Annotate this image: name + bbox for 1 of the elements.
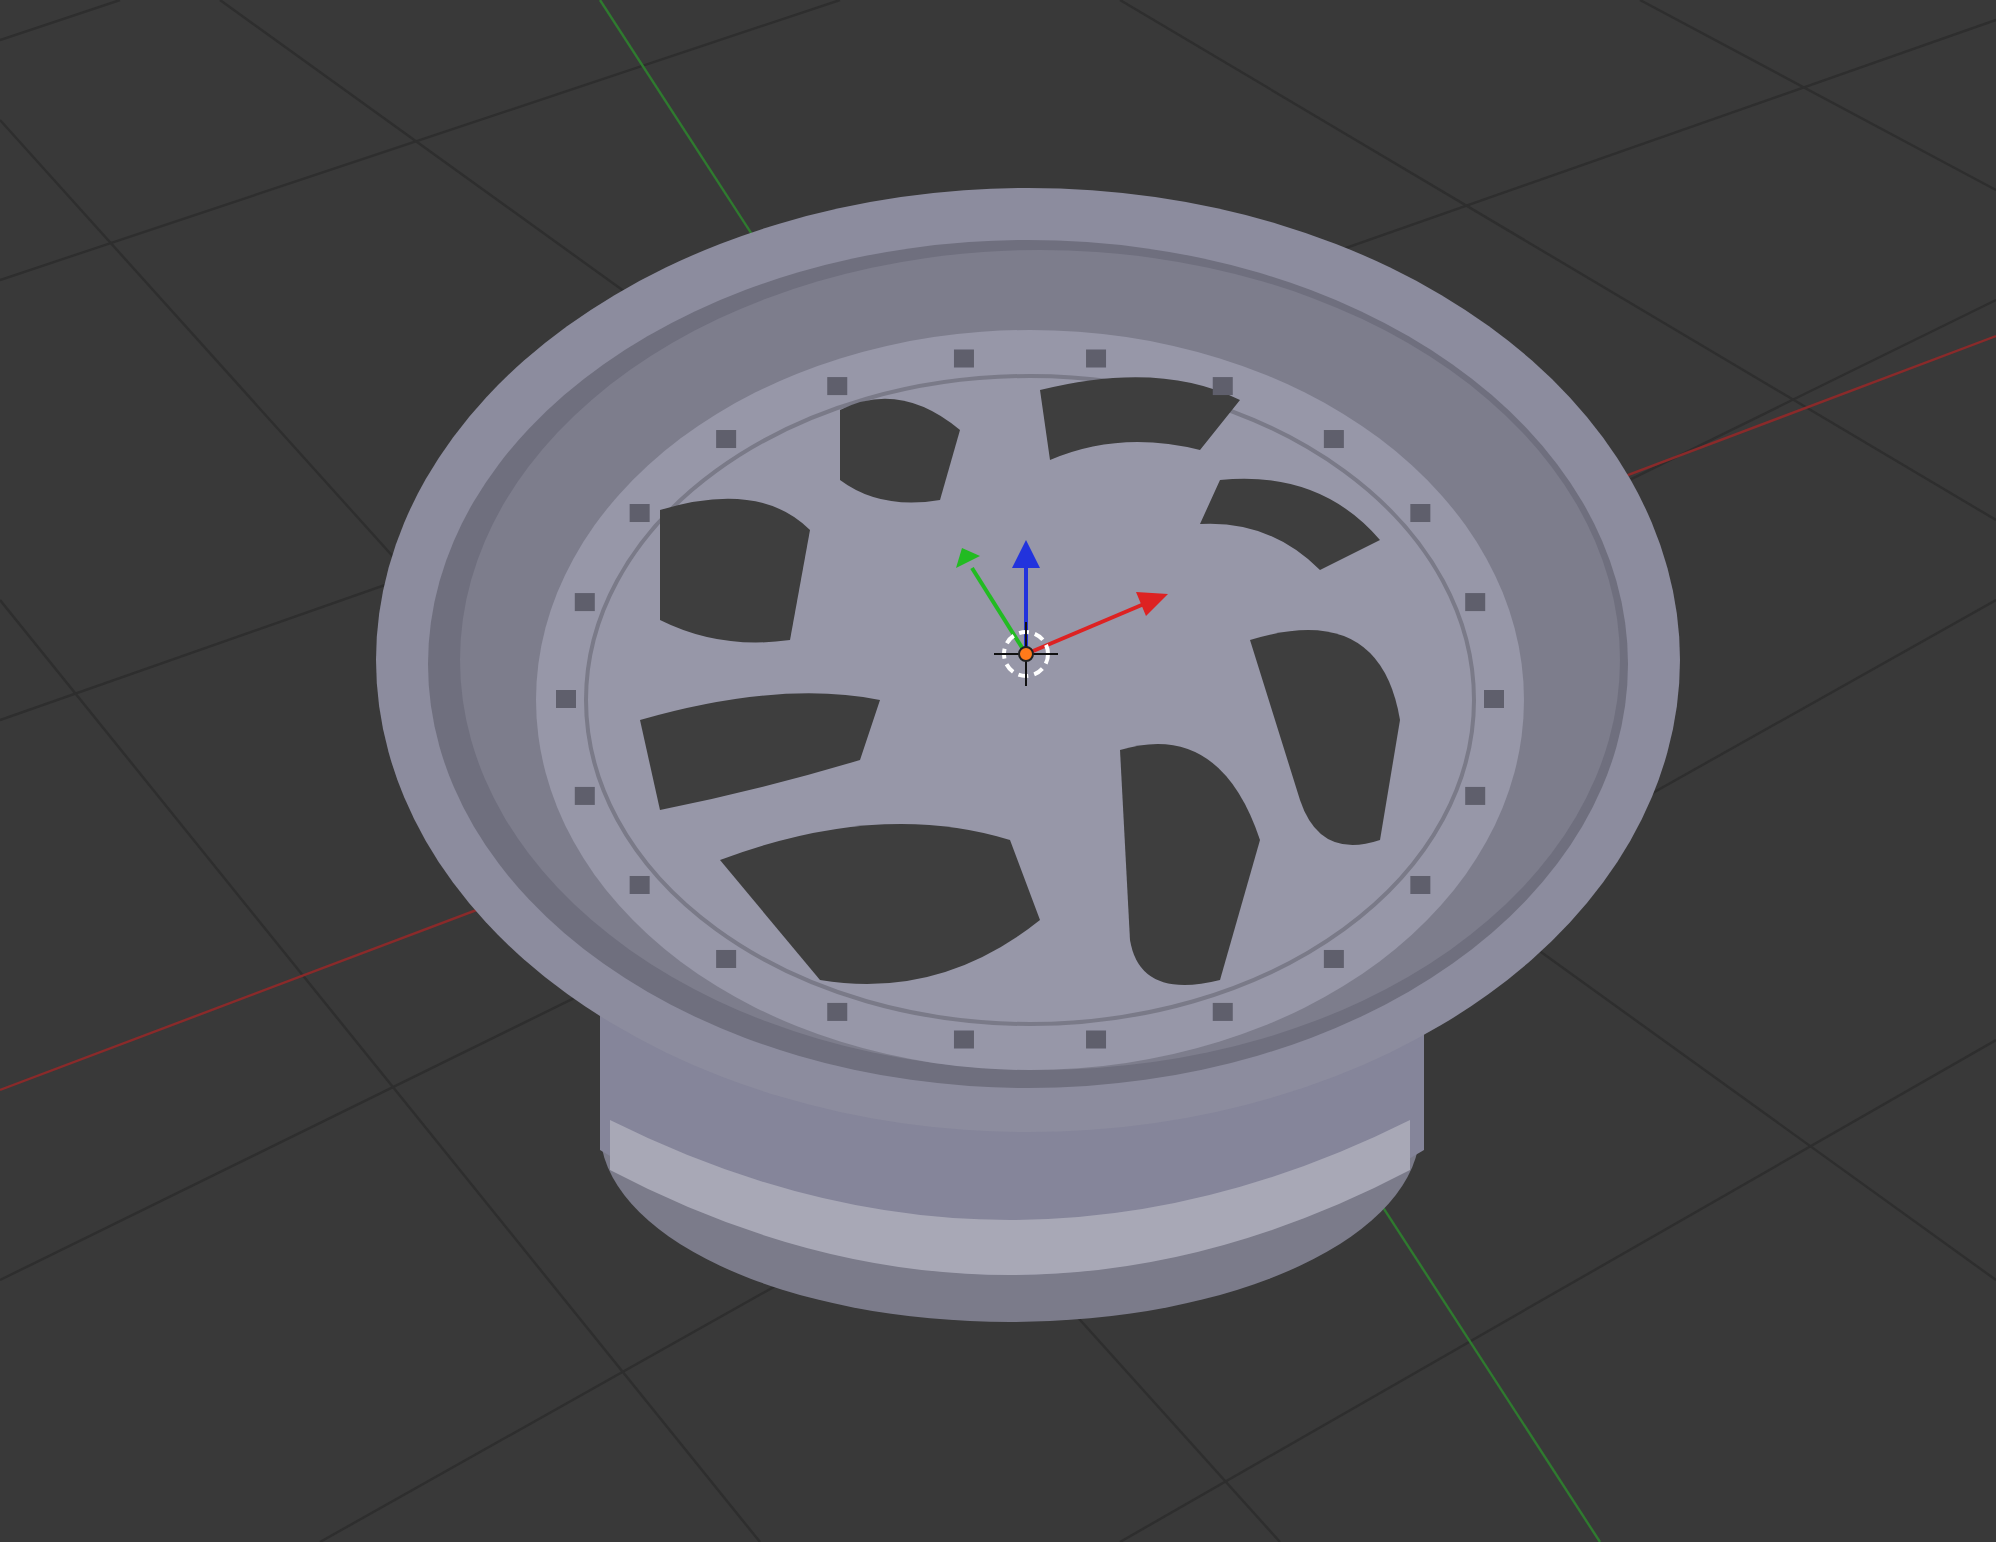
3d-cursor-icon bbox=[993, 621, 1059, 687]
